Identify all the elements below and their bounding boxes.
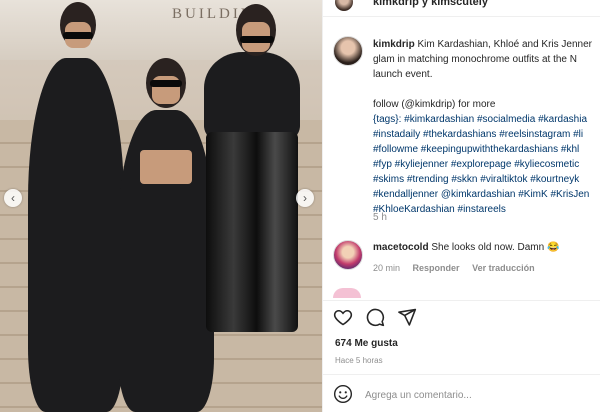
figure-middle-midriff (140, 150, 192, 184)
figure-left-sunglasses (63, 32, 93, 39)
post-actions (323, 304, 600, 330)
share-icon[interactable] (397, 307, 417, 327)
comment-icon[interactable] (365, 307, 385, 327)
figure-right-sunglasses (240, 36, 274, 43)
next-comment-avatar[interactable] (333, 288, 361, 298)
comment-body: She looks old now. Damn 😂 (431, 242, 560, 253)
caption-line-5[interactable]: {tags}: #kimkardashian #socialmedia #kar… (373, 112, 600, 127)
like-count[interactable]: 674 Me gusta (335, 338, 398, 349)
carousel-next-button[interactable]: › (296, 189, 314, 207)
caption-line-1: glam in matching monochrome outfits at t… (373, 54, 577, 65)
figure-right (204, 52, 300, 142)
caption-line-8[interactable]: #fyp #kyliejenner #explorepage #kyliecos… (373, 157, 600, 172)
divider (323, 374, 600, 375)
caption-username[interactable]: kimkdrip (373, 39, 415, 50)
caption-line-11[interactable]: #KhloeKardashian #instareels (373, 202, 600, 217)
caption-line-9[interactable]: #skims #trending #skkn #viraltiktok #kou… (373, 172, 600, 187)
comment-username[interactable]: macetocold (373, 242, 429, 253)
figure-middle-sunglasses (150, 80, 182, 87)
comment-reply-button[interactable]: Responder (413, 263, 460, 273)
caption-line-0: Kim Kardashian, Khloé and Kris Jenner (417, 39, 593, 50)
post-header: kimkdrip y kimscutely (323, 0, 600, 17)
caption-line-7[interactable]: #followme #keepingupwiththekardashians #… (373, 142, 600, 157)
post-caption: kimkdrip Kim Kardashian, Khloé and Kris … (373, 37, 600, 217)
comment-text: macetocold She looks old now. Damn 😂 (373, 242, 559, 253)
add-comment-bar (323, 382, 600, 408)
chevron-left-icon: ‹ (11, 191, 15, 205)
comment-meta: 20 min Responder Ver traducción (373, 263, 545, 273)
caption-time: 5 h (373, 212, 387, 223)
header-usernames[interactable]: kimkdrip y kimscutely (373, 0, 488, 8)
caption-avatar[interactable] (333, 36, 363, 66)
post-age: Hace 5 horas (335, 356, 383, 365)
caption-line-2: launch event. (373, 69, 433, 80)
comment-translate-button[interactable]: Ver traducción (472, 263, 535, 273)
post-photo[interactable]: BUILDIN ‹ › (0, 0, 322, 412)
divider (323, 300, 600, 301)
emoji-icon[interactable] (333, 384, 353, 404)
caption-line-3 (373, 82, 600, 97)
caption-line-10[interactable]: #kendalljenner @kimkardashian #KimK #Kri… (373, 187, 600, 202)
carousel-prev-button[interactable]: ‹ (4, 189, 22, 207)
caption-line-6[interactable]: #instadaily #thekardashians #reelsinstag… (373, 127, 600, 142)
comment-time: 20 min (373, 263, 401, 273)
comment-avatar[interactable] (333, 240, 363, 270)
header-avatar[interactable] (335, 0, 353, 11)
post-side-panel: kimkdrip y kimscutely kimkdrip Kim Karda… (322, 0, 600, 412)
heart-icon[interactable] (333, 307, 353, 327)
figure-left (28, 58, 124, 412)
chevron-right-icon: › (303, 191, 307, 205)
caption-line-4: follow (@kimkdrip) for more (373, 99, 496, 110)
add-comment-input[interactable] (365, 384, 595, 406)
figure-right-shiny-pants (206, 132, 298, 332)
